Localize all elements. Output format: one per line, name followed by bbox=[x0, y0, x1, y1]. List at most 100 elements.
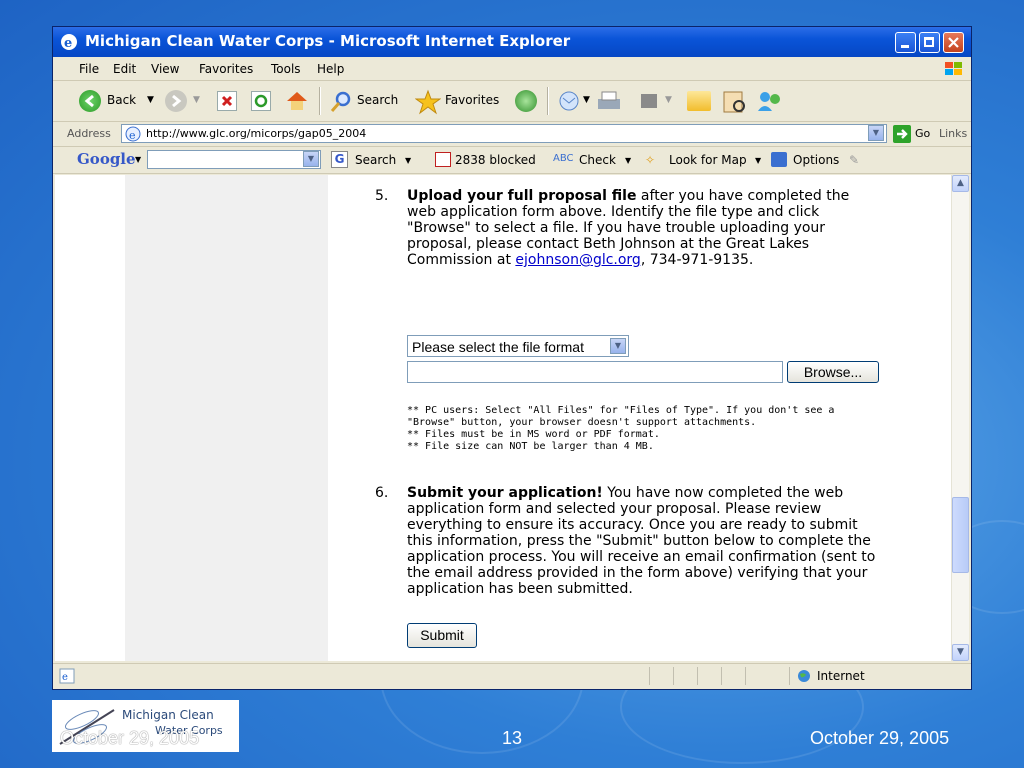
slide-number: 13 bbox=[502, 728, 523, 748]
step-6-text: Submit your application! You have now co… bbox=[407, 485, 882, 597]
status-cell bbox=[673, 667, 698, 685]
menu-tools[interactable]: Tools bbox=[271, 62, 301, 76]
address-bar: Address e http://www.glc.org/micorps/gap… bbox=[53, 122, 971, 147]
links-button[interactable]: Links bbox=[939, 127, 967, 140]
title-bar[interactable]: e Michigan Clean Water Corps - Microsoft… bbox=[53, 27, 971, 57]
file-format-dropdown-icon[interactable]: ▼ bbox=[610, 338, 626, 354]
google-search-dropdown-arrow-icon[interactable]: ▼ bbox=[405, 156, 411, 165]
research-icon[interactable] bbox=[721, 89, 747, 115]
print-icon[interactable] bbox=[595, 89, 623, 115]
spellcheck-button[interactable]: Check bbox=[579, 153, 616, 167]
refresh-icon[interactable] bbox=[251, 91, 271, 111]
mail-dropdown-icon[interactable]: ▼ bbox=[583, 95, 590, 105]
google-search-button[interactable]: Search bbox=[355, 153, 396, 167]
step-6-number: 6. bbox=[375, 485, 389, 501]
page-icon: e bbox=[125, 126, 141, 142]
upload-notes: ** PC users: Select "All Files" for "Fil… bbox=[407, 405, 877, 453]
menu-favorites[interactable]: Favorites bbox=[199, 62, 253, 76]
window-title: Michigan Clean Water Corps - Microsoft I… bbox=[85, 32, 571, 50]
email-link[interactable]: ejohnson@glc.org bbox=[515, 252, 640, 268]
menu-help[interactable]: Help bbox=[317, 62, 344, 76]
edit-icon[interactable] bbox=[641, 94, 657, 108]
status-cell bbox=[745, 667, 790, 685]
menu-edit[interactable]: Edit bbox=[113, 62, 136, 76]
back-arrow-icon[interactable] bbox=[79, 90, 101, 112]
options-icon[interactable] bbox=[771, 152, 787, 167]
look-for-map-button[interactable]: Look for Map bbox=[669, 153, 747, 167]
note-line: ** Files must be in MS word or PDF forma… bbox=[407, 429, 660, 440]
google-search-icon[interactable]: G bbox=[331, 151, 348, 168]
back-button[interactable]: Back bbox=[107, 93, 136, 107]
file-format-selected: Please select the file format bbox=[412, 339, 584, 355]
step-6-heading: Submit your application! bbox=[407, 485, 603, 501]
svg-text:e: e bbox=[129, 129, 136, 142]
menu-bar: File Edit View Favorites Tools Help bbox=[53, 58, 971, 81]
step-6-body: You have now completed the web applicati… bbox=[407, 485, 876, 597]
file-path-input[interactable] bbox=[407, 361, 783, 383]
footer-date-left: October 29, 2005 bbox=[60, 728, 200, 748]
address-label: Address bbox=[67, 127, 111, 140]
edit-dropdown-icon[interactable]: ▼ bbox=[665, 95, 672, 105]
file-format-select[interactable]: Please select the file format ▼ bbox=[407, 335, 629, 357]
close-button[interactable] bbox=[943, 32, 964, 53]
google-search-dropdown-icon[interactable]: ▼ bbox=[303, 151, 319, 167]
popup-blocker-icon[interactable] bbox=[435, 152, 451, 167]
google-logo[interactable]: Google bbox=[77, 150, 136, 168]
footer-date-right: October 29, 2005 bbox=[810, 728, 950, 748]
back-dropdown-icon[interactable]: ▼ bbox=[147, 95, 154, 105]
history-icon[interactable] bbox=[515, 90, 537, 112]
stop-icon[interactable] bbox=[217, 91, 237, 111]
google-search-input[interactable]: ▼ bbox=[147, 150, 321, 169]
toolbar-separator bbox=[319, 87, 321, 115]
scroll-up-icon[interactable]: ▲ bbox=[952, 175, 969, 192]
scroll-thumb[interactable] bbox=[952, 497, 969, 573]
autolink-icon[interactable]: ✧ bbox=[645, 153, 655, 167]
status-cell bbox=[649, 667, 674, 685]
check-dropdown-icon[interactable]: ▼ bbox=[625, 156, 631, 165]
address-dropdown-icon[interactable]: ▼ bbox=[868, 125, 884, 141]
go-button[interactable]: Go bbox=[915, 127, 930, 140]
popup-blocked-count[interactable]: 2838 blocked bbox=[455, 153, 536, 167]
close-icon bbox=[948, 37, 959, 48]
submit-button[interactable]: Submit bbox=[407, 623, 477, 648]
forward-dropdown-icon[interactable]: ▼ bbox=[193, 95, 200, 105]
status-cell bbox=[721, 667, 746, 685]
forward-arrow-icon[interactable] bbox=[165, 90, 187, 112]
note-line: "Browse" button, your browser doesn't su… bbox=[407, 417, 757, 428]
note-line: ** PC users: Select "All Files" for "Fil… bbox=[407, 405, 835, 416]
vertical-scrollbar[interactable]: ▲ ▼ bbox=[951, 175, 969, 661]
page-status-icon: e bbox=[59, 668, 75, 684]
options-button[interactable]: Options bbox=[793, 153, 839, 167]
maximize-button[interactable] bbox=[919, 32, 940, 53]
search-button[interactable]: Search bbox=[357, 93, 398, 107]
folder-icon[interactable] bbox=[687, 91, 711, 111]
note-line: ** File size can NOT be larger than 4 MB… bbox=[407, 441, 654, 452]
browser-window: e Michigan Clean Water Corps - Microsoft… bbox=[52, 26, 972, 690]
favorites-button[interactable]: Favorites bbox=[445, 93, 499, 107]
address-url: http://www.glc.org/micorps/gap05_2004 bbox=[146, 127, 367, 140]
menu-file[interactable]: File bbox=[79, 62, 99, 76]
browse-button[interactable]: Browse... bbox=[787, 361, 879, 383]
toolbar-separator bbox=[547, 87, 549, 115]
favorites-star-icon[interactable] bbox=[415, 89, 441, 115]
go-arrow-icon[interactable] bbox=[893, 125, 911, 143]
search-icon[interactable] bbox=[329, 90, 353, 114]
ie-icon: e bbox=[61, 34, 77, 51]
step-5-phone: , 734-971-9135. bbox=[640, 252, 754, 268]
minimize-button[interactable] bbox=[895, 32, 916, 53]
internet-globe-icon bbox=[798, 670, 810, 682]
svg-text:e: e bbox=[64, 36, 72, 51]
address-field[interactable]: e http://www.glc.org/micorps/gap05_2004 … bbox=[121, 124, 887, 143]
messenger-icon[interactable] bbox=[755, 89, 785, 115]
look-for-map-dropdown-icon[interactable]: ▼ bbox=[755, 156, 761, 165]
google-menu-dropdown-icon[interactable]: ▼ bbox=[135, 155, 141, 164]
step-5-text: Upload your full proposal file after you… bbox=[407, 188, 882, 268]
spellcheck-icon[interactable]: ABC bbox=[553, 153, 574, 164]
status-cell bbox=[697, 667, 722, 685]
menu-view[interactable]: View bbox=[151, 62, 179, 76]
home-icon[interactable] bbox=[285, 89, 309, 113]
highlight-pencil-icon[interactable]: ✎ bbox=[849, 153, 859, 167]
mail-icon[interactable] bbox=[557, 90, 581, 112]
status-bar: e Internet bbox=[53, 663, 971, 689]
scroll-down-icon[interactable]: ▼ bbox=[952, 644, 969, 661]
